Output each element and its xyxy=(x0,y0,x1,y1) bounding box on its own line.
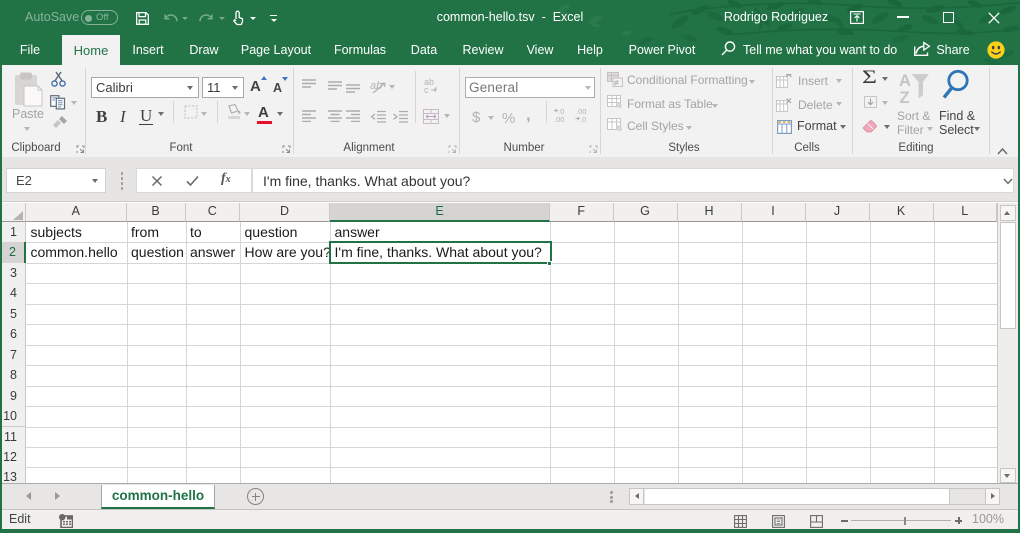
svg-text:≠: ≠ xyxy=(615,80,619,87)
svg-text:.0: .0 xyxy=(580,115,586,123)
svg-text:A: A xyxy=(899,72,911,90)
svg-text:.00: .00 xyxy=(554,115,564,123)
svg-text:Z: Z xyxy=(900,89,910,106)
svg-text:c: c xyxy=(424,85,429,94)
